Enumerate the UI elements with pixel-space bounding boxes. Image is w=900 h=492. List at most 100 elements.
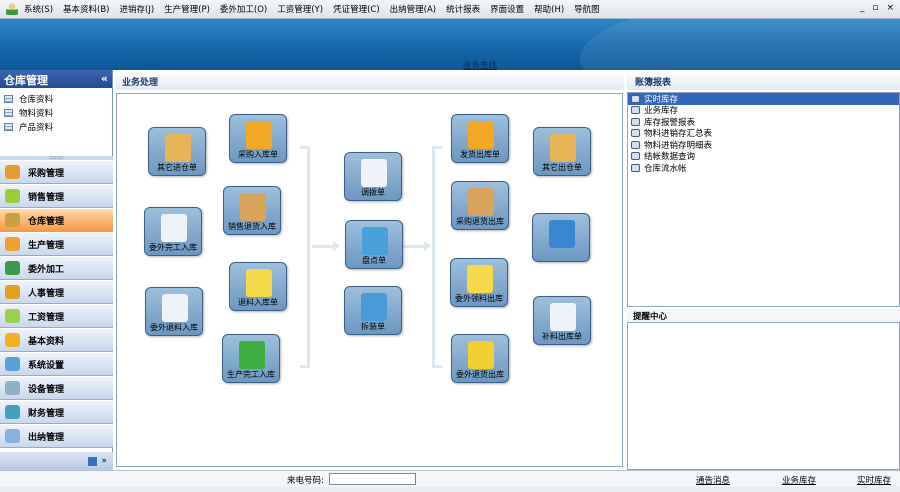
nav-item[interactable]: 设备管理 — [0, 376, 113, 400]
tree-item[interactable]: 物料资料 — [0, 106, 112, 120]
module-icon — [5, 333, 20, 347]
restore-button[interactable]: ▫ — [872, 3, 878, 13]
banner: 业务查找 — [0, 19, 900, 70]
tile-其它进仓单[interactable]: 其它进仓单 — [148, 127, 206, 176]
tile-委外退货出库[interactable]: 委外退货出库 — [451, 334, 509, 383]
report-item[interactable]: 业务库存 — [628, 105, 899, 117]
report-item[interactable]: 结帐数据查询 — [628, 151, 899, 163]
realtime-stock-link[interactable]: 实时库存 — [857, 474, 891, 486]
nav-item[interactable]: 财务管理 — [0, 400, 113, 424]
tile-label: 委外完工入库 — [149, 243, 197, 252]
tile-label: 委外退货出库 — [456, 370, 504, 379]
report-icon — [631, 117, 640, 126]
nav-item[interactable]: 委外加工 — [0, 256, 113, 280]
report-item[interactable]: 实时库存 — [628, 93, 899, 105]
tile-采购退货出库[interactable]: 采购退货出库 — [451, 181, 509, 230]
folder-out-icon — [467, 265, 493, 293]
nav-item[interactable]: 系统设置 — [0, 352, 113, 376]
module-icon — [5, 285, 20, 299]
collapse-button[interactable]: « — [101, 72, 108, 86]
tile-transfer[interactable] — [532, 213, 590, 262]
report-item[interactable]: 仓库流水帐 — [628, 162, 899, 174]
report-label: 结帐数据查询 — [644, 152, 696, 163]
close-button[interactable]: × — [886, 3, 894, 13]
nav-item-label: 出纳管理 — [28, 432, 65, 443]
report-label: 物料进销存明细表 — [644, 140, 713, 151]
menu-item[interactable]: 工资管理(Y) — [277, 3, 323, 15]
tree-item[interactable]: 仓库资料 — [0, 92, 112, 106]
phone-input[interactable] — [329, 473, 416, 485]
report-label: 业务库存 — [644, 106, 679, 117]
nav-item[interactable]: 采购管理 — [0, 160, 113, 184]
tile-采购入库单[interactable]: 采购入库单 — [229, 114, 287, 163]
nav-item-label: 销售管理 — [28, 192, 65, 203]
box-cancel-icon — [468, 188, 494, 216]
tile-label: 补料出库单 — [542, 332, 582, 341]
report-label: 仓库流水帐 — [644, 163, 687, 174]
menu-item[interactable]: 界面设置 — [490, 3, 524, 15]
boxes-in-icon — [165, 134, 191, 162]
tile-label: 其它进仓单 — [157, 163, 197, 172]
doc-check-icon — [161, 214, 187, 242]
tile-生产完工入库[interactable]: 生产完工入库 — [222, 334, 280, 383]
tile-销售退货入库[interactable]: 销售退货入库 — [223, 186, 281, 235]
nav-item[interactable]: 出纳管理 — [0, 424, 113, 448]
report-label: 库存报警报表 — [644, 117, 696, 128]
tile-label: 发货出库单 — [460, 150, 500, 159]
nav-item[interactable]: 生产管理 — [0, 232, 113, 256]
tile-委外完工入库[interactable]: 委外完工入库 — [144, 207, 202, 256]
tile-退料入库单[interactable]: 退料入库单 — [229, 262, 287, 311]
box-cancel-icon — [240, 193, 266, 221]
folder-up-icon — [468, 121, 494, 149]
menu-item[interactable]: 系统(S) — [24, 3, 53, 15]
config-icon[interactable] — [88, 456, 98, 466]
tile-委外领料出库[interactable]: 委外领料出库 — [450, 258, 508, 307]
tile-盘点单[interactable]: 盘点单 — [345, 220, 403, 269]
menu-item[interactable]: 进销存(J) — [120, 3, 155, 15]
tile-调拨单[interactable]: 调拨单 — [344, 152, 402, 201]
menu-item[interactable]: 生产管理(P) — [164, 3, 210, 15]
status-bar: 来电号码: 通告消息 业务库存 实时库存 — [0, 470, 900, 487]
layers-transfer-icon — [549, 220, 575, 248]
notice-link[interactable]: 通告消息 — [696, 474, 730, 486]
report-item[interactable]: 物料进销存汇总表 — [628, 128, 899, 139]
module-icon — [5, 429, 20, 443]
tree-item-label: 物料资料 — [19, 109, 54, 119]
nav-item[interactable]: 仓库管理 — [0, 208, 113, 232]
report-item[interactable]: 库存报警报表 — [628, 116, 899, 128]
nav-item-label: 生产管理 — [28, 240, 65, 251]
tree-item-label: 仓库资料 — [19, 95, 54, 105]
tile-补料出库单[interactable]: 补料出库单 — [533, 296, 591, 345]
module-icon — [5, 381, 20, 395]
business-search-link[interactable]: 业务查找 — [463, 59, 497, 70]
panel-header: 仓库管理 « — [0, 70, 112, 88]
nav-item[interactable]: 工资管理 — [0, 304, 113, 328]
menu-item[interactable]: 出纳管理(A) — [390, 3, 436, 15]
report-icon — [631, 140, 640, 149]
tile-拆装单[interactable]: 拆装单 — [344, 286, 402, 335]
tile-委外退料入库[interactable]: 委外退料入库 — [145, 287, 203, 336]
tile-label: 采购入库单 — [238, 150, 278, 159]
menu-item[interactable]: 帮助(H) — [534, 3, 564, 15]
tree-item-label: 产品资料 — [19, 123, 54, 133]
tree-item[interactable]: 产品资料 — [0, 120, 112, 134]
nav-item[interactable]: 基本资料 — [0, 328, 113, 352]
menu-item[interactable]: 统计报表 — [446, 3, 480, 15]
tile-其它出仓单[interactable]: 其它出仓单 — [533, 127, 591, 176]
business-stock-link[interactable]: 业务库存 — [782, 474, 816, 486]
box-open-icon — [468, 341, 494, 369]
menu-item[interactable]: 导航图 — [574, 3, 600, 15]
tile-label: 盘点单 — [362, 256, 386, 265]
nav-item-label: 基本资料 — [28, 336, 65, 347]
nav-item[interactable]: 人事管理 — [0, 280, 113, 304]
menu-item[interactable]: 委外加工(O) — [220, 3, 267, 15]
more-button[interactable]: » — [101, 456, 107, 466]
center-header: 业务处理 — [116, 72, 624, 90]
nav-item[interactable]: 销售管理 — [0, 184, 113, 208]
report-item[interactable]: 物料进销存明细表 — [628, 139, 899, 151]
report-icon — [631, 152, 640, 161]
minimize-button[interactable]: _ — [860, 3, 865, 13]
menu-item[interactable]: 基本资料(B) — [63, 3, 109, 15]
menu-item[interactable]: 凭证管理(C) — [333, 3, 380, 15]
tile-发货出库单[interactable]: 发货出库单 — [451, 114, 509, 163]
